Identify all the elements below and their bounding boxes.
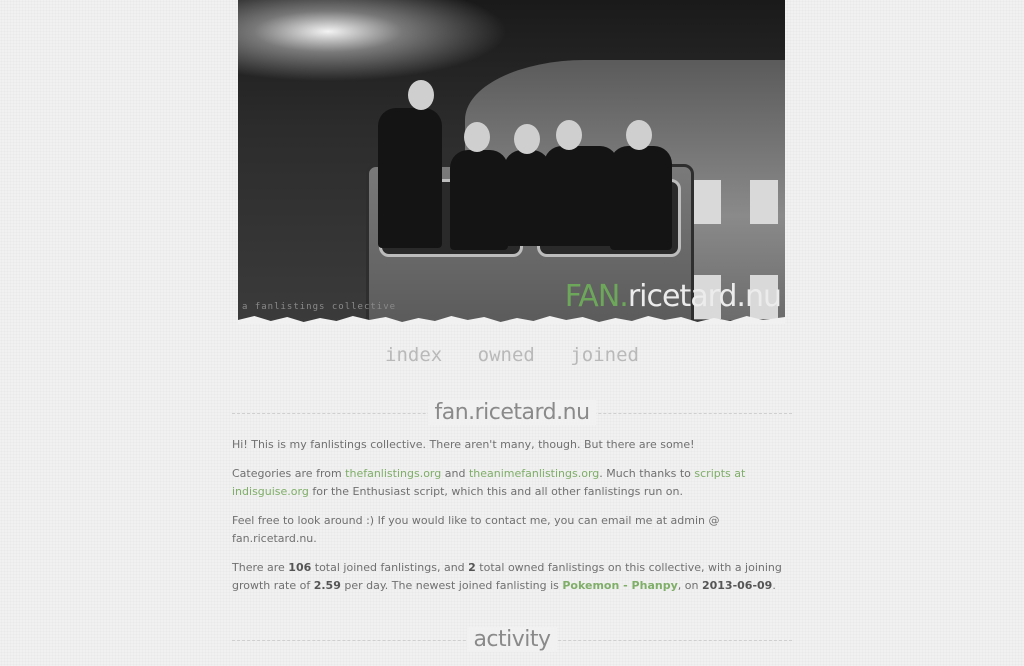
owned-count: 2 <box>468 561 476 574</box>
banner-person-head <box>514 124 540 154</box>
link-theanimefanlistings[interactable]: theanimefanlistings.org <box>469 467 599 480</box>
banner-person <box>544 146 618 246</box>
contact-paragraph: Feel free to look around :) If you would… <box>232 514 720 545</box>
banner-person-head <box>408 80 434 110</box>
banner-tagline: a fanlistings collective <box>242 302 397 312</box>
newest-date: 2013-06-09 <box>701 579 773 592</box>
nav-owned[interactable]: owned <box>478 344 535 366</box>
brand-suffix: ricetard.nu <box>627 279 782 314</box>
banner-person <box>450 150 508 250</box>
stats-text: per day. The newest joined fanlisting is <box>340 579 563 592</box>
stats-text: . <box>772 579 776 592</box>
building-window <box>750 180 778 224</box>
banner-brand: FAN.ricetard.nu <box>564 279 782 314</box>
banner-person-head <box>626 120 652 150</box>
categories-prefix: Categories are from <box>232 467 346 480</box>
joined-count: 106 <box>288 561 312 574</box>
categories-paragraph: Categories are from thefanlistings.org a… <box>232 465 794 501</box>
categories-thanks: . Much thanks to <box>599 467 695 480</box>
banner-light-glow <box>238 0 538 90</box>
nav-index[interactable]: index <box>385 344 442 366</box>
categories-and: and <box>441 467 469 480</box>
stats-text: , on <box>677 579 702 592</box>
nav-joined[interactable]: joined <box>570 344 639 366</box>
banner-person <box>610 146 672 250</box>
stats-text: total joined fanlistings, and <box>311 561 469 574</box>
link-thefanlistings[interactable]: thefanlistings.org <box>345 467 441 480</box>
building-window <box>693 180 721 224</box>
stats-paragraph: There are 106 total joined fanlistings, … <box>232 559 794 595</box>
brand-prefix: FAN. <box>564 279 629 314</box>
header-banner: a fanlistings collective FAN.ricetard.nu <box>238 0 785 324</box>
banner-person-head <box>556 120 582 150</box>
main-content: Hi! This is my fanlistings collective. T… <box>232 436 794 606</box>
banner-person <box>378 108 442 248</box>
newest-fanlisting-link[interactable]: Pokemon - Phanpy <box>562 579 677 592</box>
stats-text: There are <box>232 561 289 574</box>
categories-suffix: for the Enthusiast script, which this an… <box>308 485 684 498</box>
banner-person-head <box>464 122 490 152</box>
activity-section-title: activity <box>232 627 792 666</box>
growth-rate: 2.59 <box>313 579 341 592</box>
page-title: fan.ricetard.nu <box>428 400 596 425</box>
main-nav: index owned joined <box>0 344 1024 366</box>
intro-paragraph: Hi! This is my fanlistings collective. T… <box>232 438 695 451</box>
